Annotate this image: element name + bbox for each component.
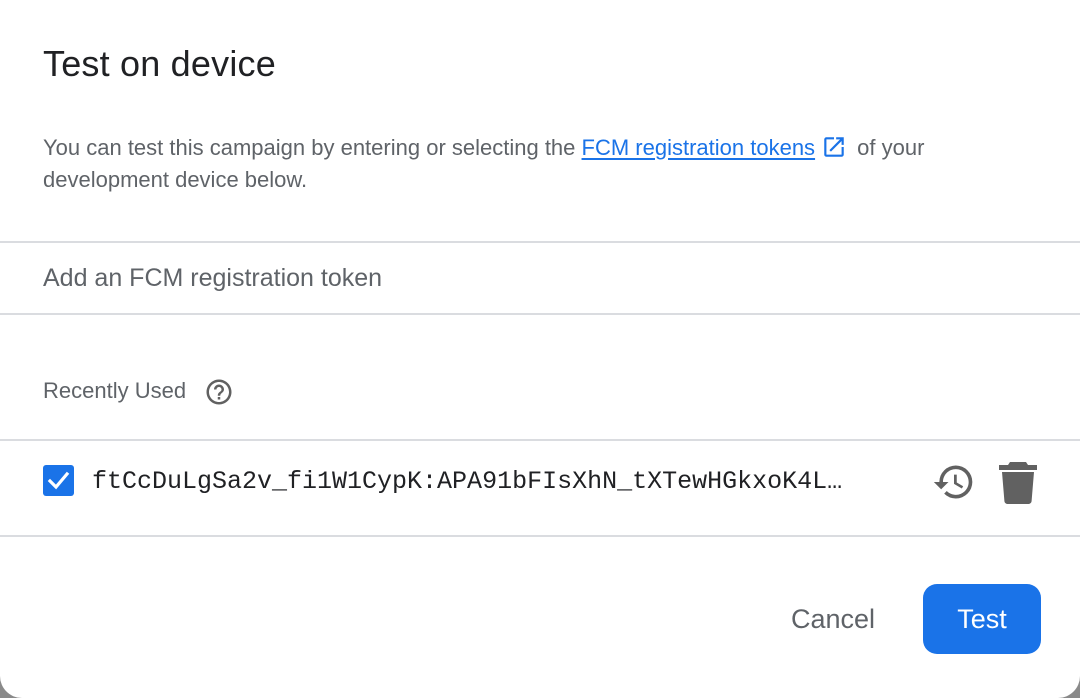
divider-top xyxy=(0,241,1080,243)
check-icon xyxy=(47,471,70,490)
history-icon[interactable] xyxy=(932,460,976,504)
divider-bottom xyxy=(0,535,1080,537)
test-button[interactable]: Test xyxy=(923,584,1041,654)
help-outline-icon[interactable] xyxy=(204,377,234,407)
fcm-tokens-link-label: FCM registration tokens xyxy=(581,135,816,160)
description-text-before: You can test this campaign by entering o… xyxy=(43,135,582,160)
token-input[interactable] xyxy=(43,256,1033,300)
delete-icon[interactable] xyxy=(998,460,1038,504)
test-on-device-dialog: Test on device You can test this campaig… xyxy=(0,0,1080,698)
fcm-tokens-link[interactable]: FCM registration tokens xyxy=(582,135,816,160)
dialog-title: Test on device xyxy=(43,43,276,84)
divider-input xyxy=(0,313,1080,315)
token-checkbox[interactable] xyxy=(43,465,74,496)
cancel-button[interactable]: Cancel xyxy=(770,586,896,652)
open-in-new-icon[interactable] xyxy=(821,134,847,160)
token-value: ftCcDuLgSa2v_fi1W1CypK:APA91bFIsXhN_tXTe… xyxy=(92,467,843,496)
dialog-description: You can test this campaign by entering o… xyxy=(43,132,1033,196)
recently-used-label: Recently Used xyxy=(43,378,187,403)
divider-recent xyxy=(0,439,1080,441)
